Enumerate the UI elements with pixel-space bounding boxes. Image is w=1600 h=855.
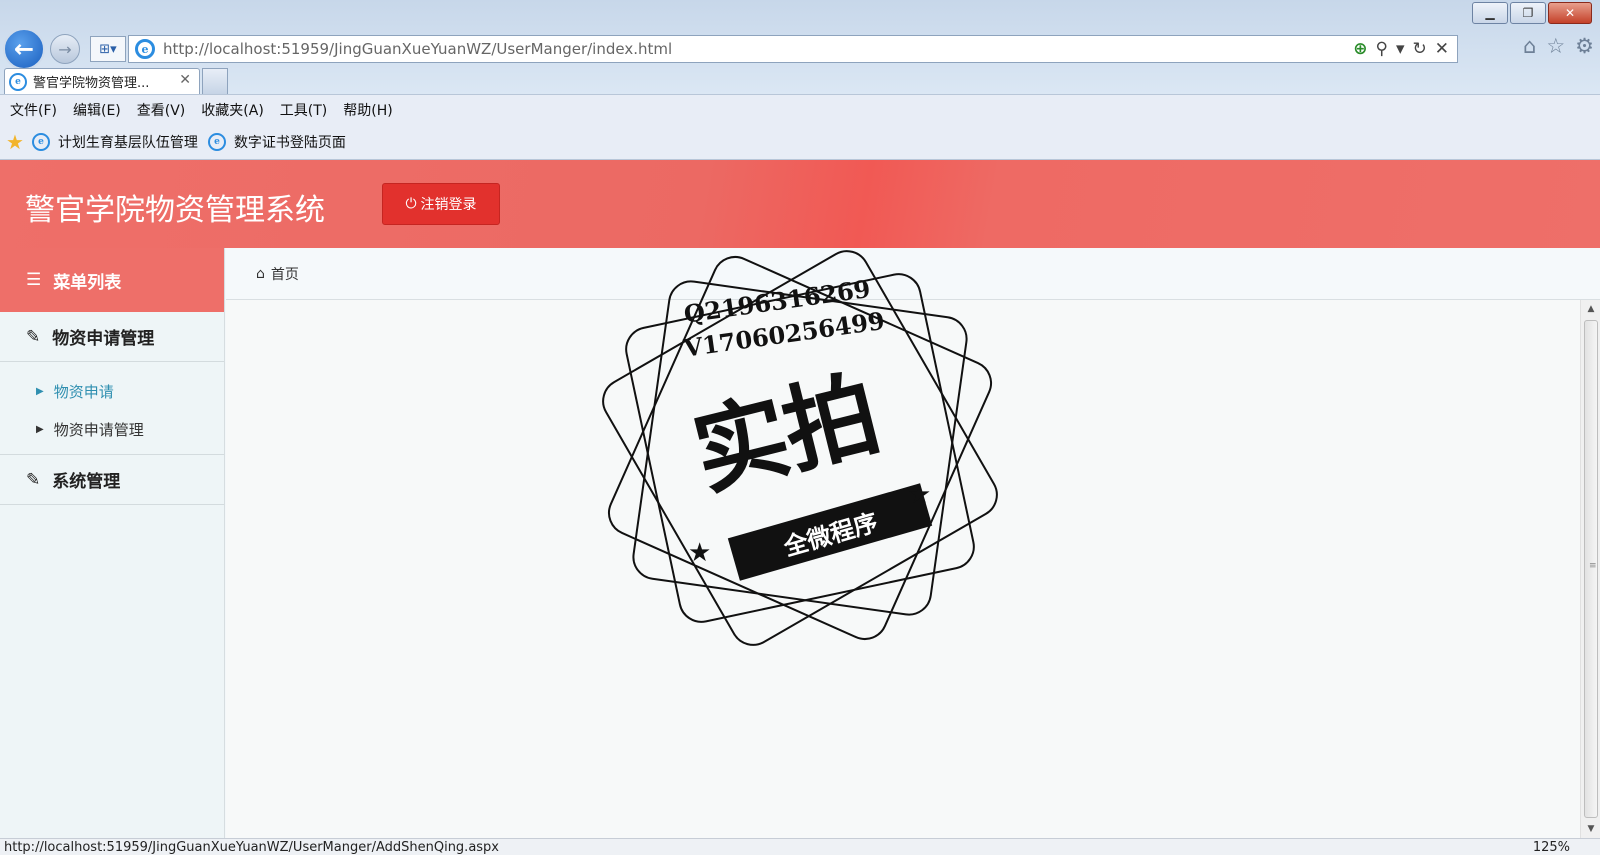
minimize-button[interactable]: ▁	[1472, 2, 1508, 24]
home-icon: ⌂	[256, 265, 265, 282]
sidebar-submenu: ▶ 物资申请 ▶ 物资申请管理	[0, 362, 224, 455]
favorite-label: 计划生育基层队伍管理	[57, 134, 198, 151]
compat-view-icon[interactable]: ⊞▾	[90, 36, 126, 62]
stop-icon[interactable]: ✕	[1435, 39, 1449, 59]
zoom-level[interactable]: 125%	[1533, 840, 1570, 855]
sidebar-item-apply-manage[interactable]: ▶ 物资申请管理	[0, 410, 224, 448]
favorites-star-icon[interactable]: ☆	[1546, 34, 1565, 58]
breadcrumb-home[interactable]: 首页	[271, 264, 299, 284]
ie-fav-icon: e	[207, 132, 226, 151]
scroll-up-arrow[interactable]: ▲	[1581, 300, 1600, 318]
url-text[interactable]: http://localhost:51959/JingGuanXueYuanWZ…	[163, 40, 672, 58]
menu-view[interactable]: 查看(V)	[137, 100, 186, 120]
scroll-down-arrow[interactable]: ▼	[1581, 820, 1600, 838]
gear-icon[interactable]: ⚙	[1575, 34, 1594, 58]
menu-file[interactable]: 文件(F)	[10, 100, 57, 120]
window-controls: ▁ ❐ ✕	[1470, 2, 1592, 24]
compat-icon[interactable]: ⊕	[1353, 39, 1367, 59]
menu-tools[interactable]: 工具(T)	[280, 100, 327, 120]
sidebar: ☰ 菜单列表 ✎ 物资申请管理 ▶ 物资申请 ▶ 物资申请管理 ✎ 系统管理	[0, 248, 225, 838]
refresh-icon[interactable]: ↻	[1413, 39, 1427, 59]
tab-bar: e 警官学院物资管理... ✕	[0, 66, 1600, 94]
caret-right-icon: ▶	[36, 423, 44, 435]
sidebar-group-label: 系统管理	[52, 472, 121, 492]
content-scrollbar[interactable]: ▲ ≡ ▼	[1580, 300, 1600, 838]
status-url: http://localhost:51959/JingGuanXueYuanWZ…	[4, 840, 500, 855]
star-icon: ★	[908, 480, 932, 510]
address-tools: ⊕ ⚲ ▾ ↻ ✕	[1353, 39, 1449, 59]
sidebar-heading: ☰ 菜单列表	[0, 248, 224, 312]
tab-title: 警官学院物资管理...	[33, 76, 150, 91]
power-icon: ⏻	[405, 196, 417, 212]
site-title: 警官学院物资管理系统	[25, 193, 325, 228]
sidebar-group-system[interactable]: ✎ 系统管理	[0, 455, 224, 505]
edit-icon: ✎	[26, 469, 41, 490]
sidebar-heading-label: 菜单列表	[53, 272, 122, 293]
favorite-link-2[interactable]: e 数字证书登陆页面	[207, 132, 346, 152]
dropdown-icon[interactable]: ▾	[1396, 39, 1405, 59]
favorite-label: 数字证书登陆页面	[233, 134, 346, 151]
sidebar-group-label: 物资申请管理	[52, 329, 155, 349]
menu-favorites[interactable]: 收藏夹(A)	[201, 100, 264, 120]
logout-button[interactable]: ⏻ 注销登录	[382, 183, 500, 225]
scroll-thumb[interactable]: ≡	[1584, 320, 1598, 818]
browser-navbar: ← → ⊞▾ e http://localhost:51959/JingGuan…	[0, 28, 1600, 70]
logout-label: 注销登录	[420, 197, 477, 213]
favorites-bar: ★ e 计划生育基层队伍管理 e 数字证书登陆页面	[0, 124, 1600, 160]
scroll-grip-icon: ≡	[1589, 561, 1597, 571]
new-tab-button[interactable]	[202, 68, 228, 94]
home-icon[interactable]: ⌂	[1523, 34, 1536, 58]
favorites-add-icon[interactable]: ★	[6, 130, 24, 154]
caret-right-icon: ▶	[36, 385, 44, 397]
status-bar: http://localhost:51959/JingGuanXueYuanWZ…	[0, 838, 1600, 855]
search-icon[interactable]: ⚲	[1376, 39, 1388, 59]
menu-help[interactable]: 帮助(H)	[343, 100, 392, 120]
close-window-button[interactable]: ✕	[1548, 2, 1592, 24]
edit-icon: ✎	[26, 326, 41, 347]
star-icon: ★	[688, 538, 712, 568]
back-button[interactable]: ←	[3, 28, 45, 70]
ie-page-icon: e	[135, 39, 155, 59]
sidebar-item-label: 物资申请管理	[53, 420, 144, 439]
address-bar[interactable]: e http://localhost:51959/JingGuanXueYuan…	[128, 35, 1458, 63]
watermark-stamp: Q2196316269 V17060256499 实拍 全微程序 ★ ★	[600, 248, 1000, 648]
menu-edit[interactable]: 编辑(E)	[73, 100, 121, 120]
ie-fav-icon: e	[31, 132, 50, 151]
sidebar-item-apply[interactable]: ▶ 物资申请	[0, 372, 224, 410]
site-header: 警官学院物资管理系统 ⏻ 注销登录	[0, 160, 1600, 248]
browser-tab[interactable]: e 警官学院物资管理... ✕	[4, 68, 200, 94]
tab-close-icon[interactable]: ✕	[179, 72, 191, 88]
favorite-link-1[interactable]: e 计划生育基层队伍管理	[31, 132, 198, 152]
browser-right-tools: ⌂ ☆ ⚙	[1523, 34, 1594, 58]
list-icon: ☰	[26, 270, 42, 290]
ie-tab-icon: e	[9, 72, 27, 91]
restore-button[interactable]: ❐	[1510, 2, 1546, 24]
menu-bar: 文件(F) 编辑(E) 查看(V) 收藏夹(A) 工具(T) 帮助(H)	[0, 94, 1600, 124]
sidebar-item-label: 物资申请	[53, 382, 114, 401]
forward-button[interactable]: →	[50, 34, 80, 64]
sidebar-group-supply[interactable]: ✎ 物资申请管理	[0, 312, 224, 362]
